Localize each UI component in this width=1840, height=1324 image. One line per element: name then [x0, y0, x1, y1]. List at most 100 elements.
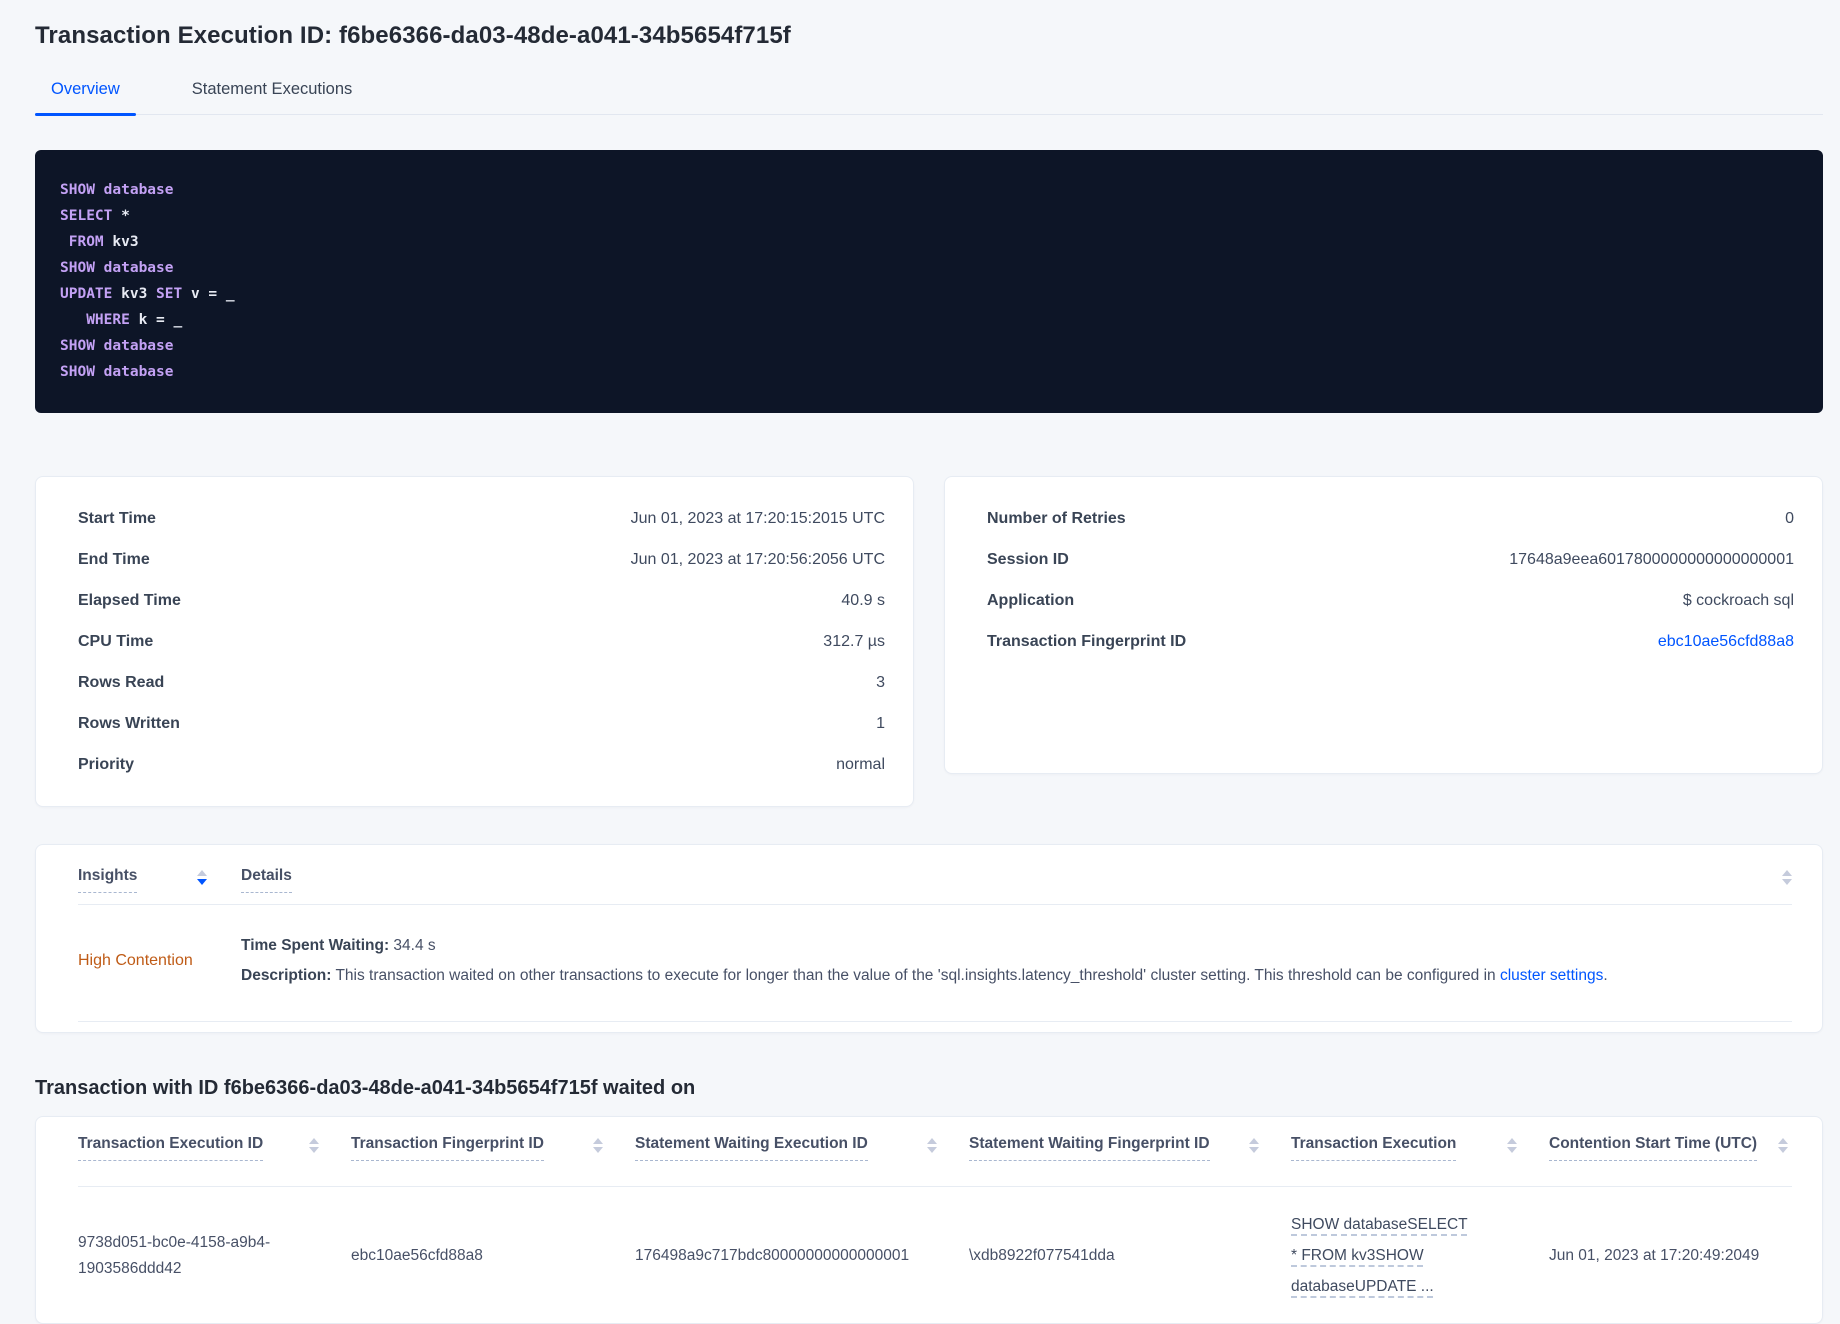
sort-icon[interactable] — [197, 870, 207, 885]
row-start-time: Start Time Jun 01, 2023 at 17:20:15:2015… — [78, 498, 885, 539]
sort-desc-icon — [1782, 879, 1792, 885]
insight-row: High Contention Time Spent Waiting: 34.4… — [78, 905, 1792, 1022]
insights-column-header[interactable]: Insights — [78, 867, 138, 893]
sort-asc-icon — [309, 1138, 319, 1144]
execution-details-card: Start Time Jun 01, 2023 at 17:20:15:2015… — [35, 476, 914, 807]
sort-desc-icon — [1778, 1147, 1788, 1153]
cell-transaction-fingerprint-id: ebc10ae56cfd88a8 — [351, 1246, 483, 1264]
sql-line: UPDATE kv3 SET v = _ — [60, 286, 235, 302]
sort-asc-icon — [593, 1138, 603, 1144]
header-transaction-execution-id: Transaction Execution ID — [78, 1135, 351, 1186]
sql-statements-box: SHOW database SELECT * FROM kv3 SHOW dat… — [35, 150, 1823, 413]
cluster-settings-link[interactable]: cluster settings — [1500, 967, 1603, 984]
sort-asc-icon — [1507, 1138, 1517, 1144]
waited-on-header-row: Transaction Execution ID Transaction Fin… — [78, 1117, 1792, 1187]
row-priority: Priority normal — [78, 744, 885, 785]
sort-icon[interactable] — [1782, 870, 1792, 885]
sql-line: WHERE k = _ — [60, 312, 183, 328]
summary-cards: Start Time Jun 01, 2023 at 17:20:15:2015… — [35, 476, 1823, 807]
sql-line: SHOW database — [60, 364, 174, 380]
sql-line: SELECT * — [60, 208, 130, 224]
rows-read-value: 3 — [876, 673, 885, 691]
cell-statement-waiting-execution-id: 176498a9c717bdc80000000000000001 — [635, 1246, 910, 1264]
page-content: Transaction Execution ID: f6be6366-da03-… — [0, 0, 1840, 1324]
insights-card-padding — [78, 1022, 1792, 1032]
session-id-label: Session ID — [987, 550, 1069, 568]
priority-value: normal — [836, 755, 885, 773]
cell-contention-start-time: Jun 01, 2023 at 17:20:49:2049 — [1549, 1246, 1760, 1264]
sort-asc-icon — [927, 1138, 937, 1144]
waited-on-table: Transaction Execution ID Transaction Fin… — [35, 1116, 1823, 1324]
insight-details: Time Spent Waiting: 34.4 s Description: … — [241, 931, 1792, 991]
sort-desc-icon — [1249, 1147, 1259, 1153]
details-column-header[interactable]: Details — [241, 867, 292, 893]
row-cpu-time: CPU Time 312.7 µs — [78, 621, 885, 662]
page-title: Transaction Execution ID: f6be6366-da03-… — [35, 22, 791, 49]
sort-icon[interactable] — [1778, 1138, 1788, 1153]
waited-on-data-row: 9738d051-bc0e-4158-a9b4-1903586ddd42 ebc… — [78, 1187, 1792, 1323]
sort-icon[interactable] — [927, 1138, 937, 1153]
row-number-of-retries: Number of Retries 0 — [987, 498, 1794, 539]
waited-on-heading: Transaction with ID f6be6366-da03-48de-a… — [35, 1077, 696, 1099]
sort-icon[interactable] — [1507, 1138, 1517, 1153]
header-statement-waiting-execution-id: Statement Waiting Execution ID — [635, 1135, 969, 1186]
transaction-fingerprint-label: Transaction Fingerprint ID — [987, 632, 1187, 650]
header-contention-start-time: Contention Start Time (UTC) — [1549, 1135, 1792, 1186]
sort-icon[interactable] — [593, 1138, 603, 1153]
cell-statement-waiting-fingerprint-id: \xdb8922f077541dda — [969, 1246, 1115, 1264]
row-rows-written: Rows Written 1 — [78, 703, 885, 744]
row-elapsed-time: Elapsed Time 40.9 s — [78, 580, 885, 621]
sort-icon[interactable] — [309, 1138, 319, 1153]
header-transaction-execution: Transaction Execution — [1291, 1135, 1549, 1186]
insights-header-cell: Insights — [78, 867, 241, 893]
sort-icon[interactable] — [1249, 1138, 1259, 1153]
sql-line: SHOW database — [60, 338, 174, 354]
sort-asc-icon — [1778, 1138, 1788, 1144]
sort-asc-icon — [197, 870, 207, 876]
row-application: Application $ cockroach sql — [987, 580, 1794, 621]
application-label: Application — [987, 591, 1075, 609]
retries-value: 0 — [1785, 509, 1794, 527]
header-statement-waiting-fingerprint-id: Statement Waiting Fingerprint ID — [969, 1135, 1291, 1186]
sql-line: FROM kv3 — [60, 234, 139, 250]
end-time-label: End Time — [78, 550, 150, 568]
description-line: Description: This transaction waited on … — [241, 967, 1608, 984]
tab-bar: Overview Statement Executions — [35, 80, 1823, 116]
cell-transaction-execution: SHOW databaseSELECT * FROM kv3SHOW datab… — [1291, 1209, 1549, 1302]
sort-asc-icon — [1782, 870, 1792, 876]
tab-statement-executions[interactable]: Statement Executions — [176, 80, 369, 114]
session-details-card: Number of Retries 0 Session ID 17648a9ee… — [944, 476, 1823, 774]
sort-desc-icon — [1507, 1147, 1517, 1153]
sql-line: SHOW database — [60, 260, 174, 276]
elapsed-time-label: Elapsed Time — [78, 591, 181, 609]
sort-desc-icon — [197, 879, 207, 885]
insights-table: Insights Details High Contention Time Sp… — [35, 844, 1823, 1033]
sort-desc-icon — [593, 1147, 603, 1153]
tab-overview[interactable]: Overview — [35, 80, 136, 116]
cell-transaction-execution-id: 9738d051-bc0e-4158-a9b4-1903586ddd42 — [78, 1233, 271, 1277]
priority-label: Priority — [78, 755, 135, 773]
transaction-fingerprint-link[interactable]: ebc10ae56cfd88a8 — [1658, 633, 1794, 651]
sort-desc-icon — [309, 1147, 319, 1153]
retries-label: Number of Retries — [987, 509, 1126, 527]
row-transaction-fingerprint-id: Transaction Fingerprint ID ebc10ae56cfd8… — [987, 621, 1794, 662]
cpu-time-value: 312.7 µs — [823, 632, 885, 650]
sql-line: SHOW database — [60, 182, 174, 198]
start-time-label: Start Time — [78, 509, 156, 527]
rows-read-label: Rows Read — [78, 673, 165, 691]
cpu-time-label: CPU Time — [78, 632, 154, 650]
end-time-value: Jun 01, 2023 at 17:20:56:2056 UTC — [630, 550, 885, 568]
session-id-value: 17648a9eea6017800000000000000001 — [1509, 550, 1794, 568]
application-value: $ cockroach sql — [1682, 591, 1794, 609]
transaction-execution-link[interactable]: SHOW databaseSELECT * FROM kv3SHOW datab… — [1291, 1209, 1476, 1302]
sort-asc-icon — [1249, 1138, 1259, 1144]
sort-desc-icon — [927, 1147, 937, 1153]
elapsed-time-value: 40.9 s — [841, 591, 885, 609]
rows-written-value: 1 — [876, 714, 885, 732]
row-end-time: End Time Jun 01, 2023 at 17:20:56:2056 U… — [78, 539, 885, 580]
start-time-value: Jun 01, 2023 at 17:20:15:2015 UTC — [630, 509, 885, 527]
header-transaction-fingerprint-id: Transaction Fingerprint ID — [351, 1135, 635, 1186]
time-spent-waiting-line: Time Spent Waiting: 34.4 s — [241, 937, 436, 954]
insights-header-row: Insights Details — [78, 845, 1792, 905]
high-contention-badge: High Contention — [78, 952, 193, 969]
